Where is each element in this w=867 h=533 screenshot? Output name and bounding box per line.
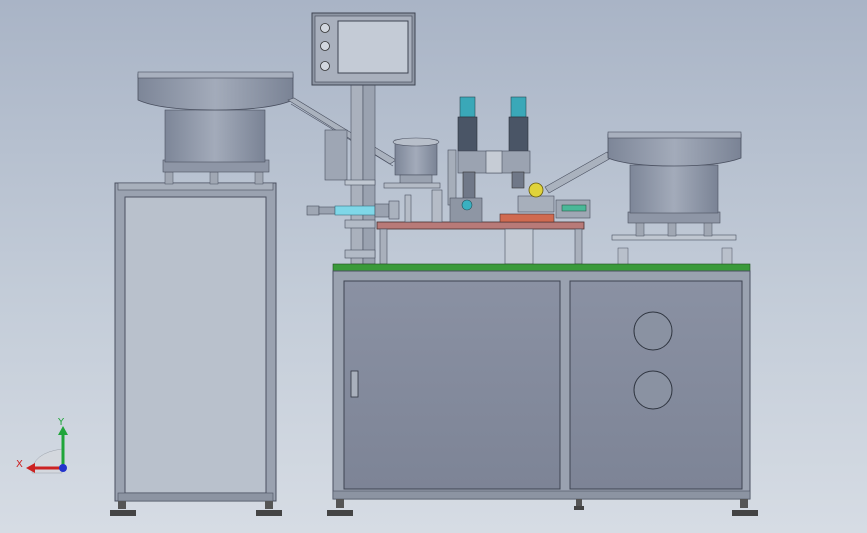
hmi-column	[324, 83, 376, 265]
main-table	[327, 263, 758, 516]
x-axis-label: X	[16, 459, 23, 470]
hmi-screen-icon[interactable]	[311, 12, 416, 86]
left-cabinet	[110, 182, 282, 516]
right-feed-chute	[544, 151, 612, 219]
left-vibratory-bowl	[137, 71, 294, 185]
y-axis-label: Y	[57, 417, 65, 428]
coordinate-triad-icon: Y X	[16, 417, 68, 474]
door-handle-icon[interactable]	[350, 370, 359, 398]
center-small-bowl	[383, 137, 441, 189]
machine-drawing	[110, 12, 758, 516]
right-vibratory-bowl	[607, 131, 742, 266]
cad-viewport[interactable]: Y X	[0, 0, 867, 533]
